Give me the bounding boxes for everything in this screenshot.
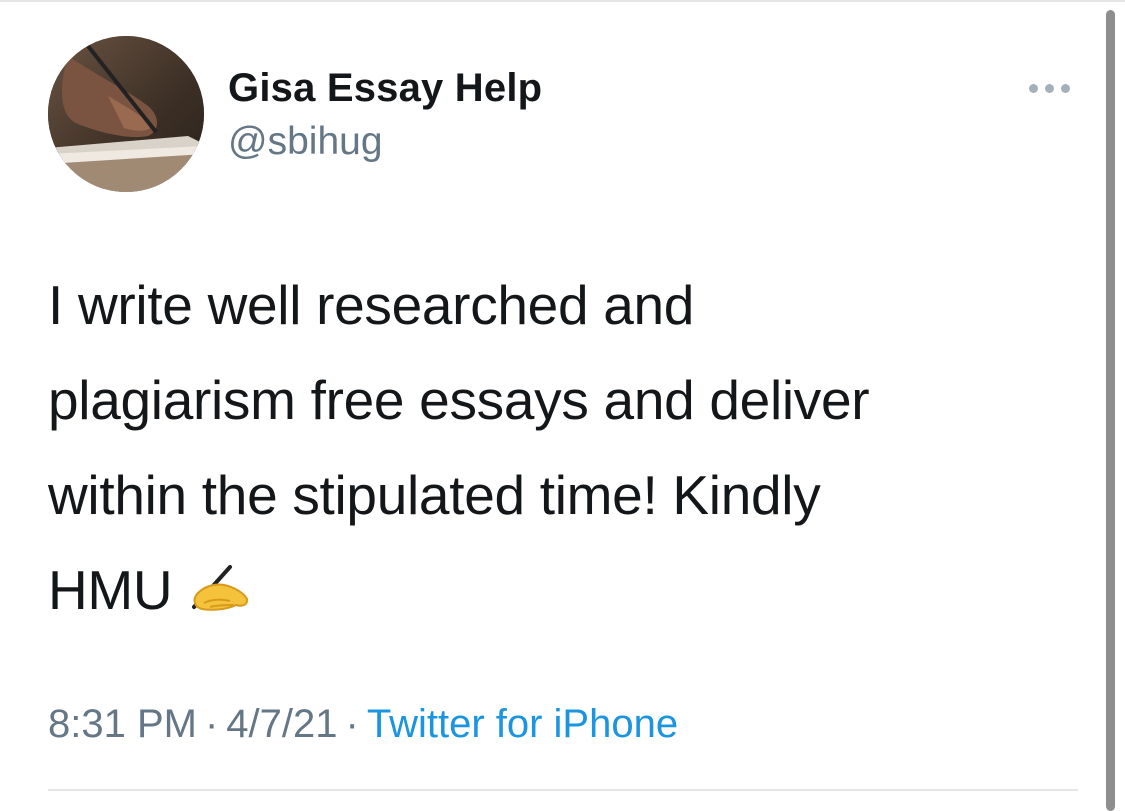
more-options-icon[interactable] (1027, 80, 1073, 96)
top-divider (0, 0, 1125, 2)
display-name[interactable]: Gisa Essay Help (228, 66, 542, 111)
separator: · (345, 702, 359, 746)
tweet-page: Gisa Essay Help @sbihug I write well res… (0, 0, 1125, 811)
scrollbar[interactable] (1106, 10, 1115, 811)
writing-hand-icon (184, 549, 250, 644)
tweet-line-last: HMU (48, 543, 1068, 644)
tweet-metadata: 8:31 PM · 4/7/21 · Twitter for iPhone (48, 702, 678, 747)
tweet-time: 8:31 PM (48, 702, 197, 746)
tweet-line: I write well researched and (48, 274, 695, 336)
tweet-line: plagiarism free essays and deliver (48, 369, 870, 431)
hmu-text: HMU (48, 559, 173, 621)
tweet-date: 4/7/21 (226, 702, 338, 746)
avatar[interactable] (48, 36, 204, 192)
user-handle[interactable]: @sbihug (228, 120, 383, 164)
bottom-divider (48, 789, 1078, 791)
separator: · (204, 702, 219, 746)
source-link[interactable]: Twitter for iPhone (367, 702, 678, 746)
tweet-text: I write well researched and plagiarism f… (48, 258, 1068, 644)
tweet-line: within the stipulated time! Kindly (48, 464, 821, 526)
